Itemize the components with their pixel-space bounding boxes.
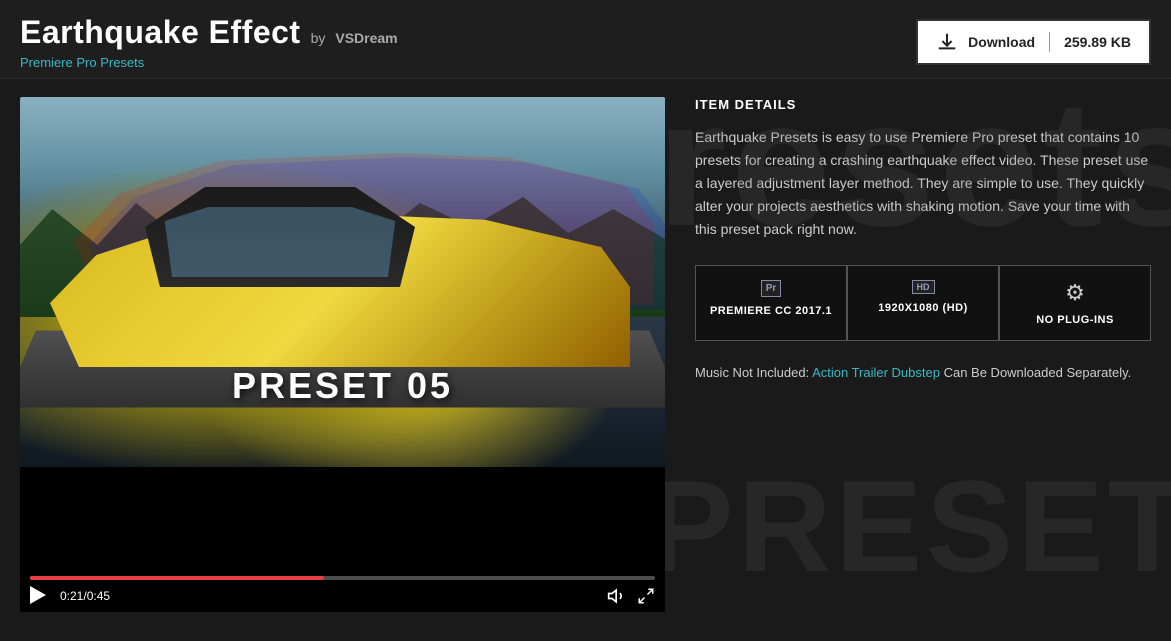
fullscreen-icon[interactable] [637,587,655,605]
controls-row: 0:21/0:45 [30,586,655,606]
resolution-label: 1920X1080 (HD) [878,302,968,314]
by-label: by [311,30,326,46]
download-icon [936,31,958,53]
item-details-title: ITEM DETAILS [695,97,1151,112]
page-title: Earthquake Effect [20,14,301,51]
content-area: PRESET 05 0:21/0:45 [0,79,1171,630]
hd-badge-label: HD [912,280,935,294]
download-button[interactable]: Download 259.89 KB [916,19,1151,65]
spec-badges: Pr PREMIERE CC 2017.1 HD 1920X1080 (HD) … [695,265,1151,341]
music-note-prefix: Music Not Included: [695,365,812,380]
music-link[interactable]: Action Trailer Dubstep [812,365,940,380]
video-container: PRESET 05 0:21/0:45 [20,97,665,612]
download-label: Download [968,34,1035,50]
pr-badge-label: Pr [761,280,782,297]
preset-label: PRESET 05 [232,365,453,407]
car-window [160,207,400,277]
header-left: Earthquake Effect by VSDream Premiere Pr… [20,14,398,70]
header: Earthquake Effect by VSDream Premiere Pr… [0,0,1171,79]
play-icon [30,586,46,604]
video-controls: 0:21/0:45 [20,568,665,612]
gear-icon: ⚙ [1065,280,1085,306]
hd-icon: HD [912,280,935,294]
author-name: VSDream [335,30,397,46]
music-note-suffix: Can Be Downloaded Separately. [940,365,1131,380]
breadcrumb-link[interactable]: Premiere Pro Presets [20,55,398,70]
spec-badge-plugins: ⚙ NO PLUG-INS [999,265,1151,341]
right-panel: ITEM DETAILS Earthquake Presets is easy … [695,97,1151,612]
item-description: Earthquake Presets is easy to use Premie… [695,126,1151,241]
plugins-label: NO PLUG-INS [1036,314,1114,326]
time-display: 0:21/0:45 [60,589,110,603]
car-body [50,167,630,387]
premiere-label: PREMIERE CC 2017.1 [710,305,832,317]
time-total: 0:45 [87,589,110,603]
car-scene [20,97,665,467]
music-note: Music Not Included: Action Trailer Dubst… [695,363,1151,383]
play-button[interactable] [30,586,50,606]
volume-icon[interactable] [607,586,627,606]
progress-bar-fill [30,576,324,580]
header-title-row: Earthquake Effect by VSDream [20,14,398,51]
download-size: 259.89 KB [1064,34,1131,50]
premiere-icon: Pr [761,280,782,297]
main-container: 10 Presets PRESET Earthquake Effect by V… [0,0,1171,641]
spec-badge-resolution: HD 1920X1080 (HD) [847,265,999,341]
spec-badge-premiere: Pr PREMIERE CC 2017.1 [695,265,847,341]
download-divider [1049,32,1050,52]
progress-bar[interactable] [30,576,655,580]
time-current: 0:21 [60,589,83,603]
video-frame: PRESET 05 [20,97,665,467]
